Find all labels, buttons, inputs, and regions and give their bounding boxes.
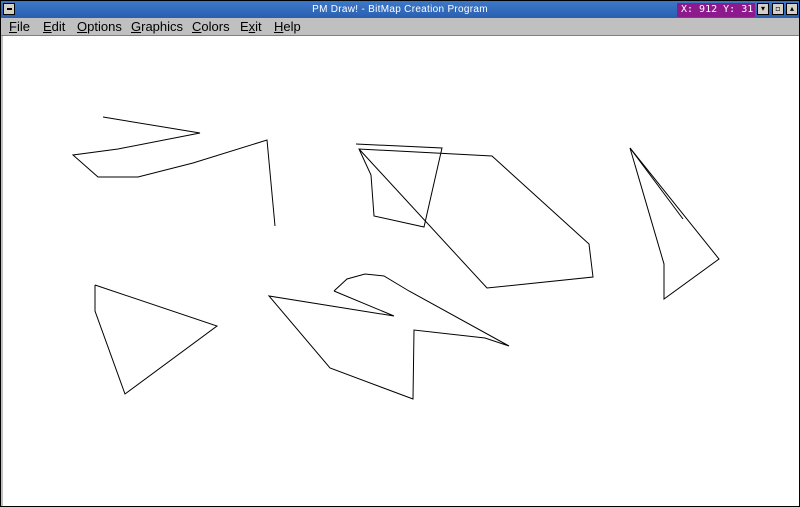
menu-file-mnemonic: F (9, 19, 17, 34)
drawn-shape-5 (94, 284, 219, 395)
drawn-shape-6 (267, 273, 510, 400)
restore-button[interactable]: ▫ (772, 3, 784, 15)
menu-options-mnemonic: O (77, 19, 88, 34)
drawing-surface[interactable] (3, 36, 799, 506)
drawn-shape-1 (71, 116, 276, 227)
maximize-button[interactable]: ▴ (786, 3, 798, 15)
menu-options[interactable]: Options (77, 18, 122, 35)
menu-exit-prefix: E (240, 19, 249, 34)
menu-exit[interactable]: Exit (240, 18, 262, 35)
title-bar[interactable]: PM Draw! - BitMap Creation Program X: 91… (1, 1, 799, 18)
menu-help-label: elp (283, 19, 301, 34)
menu-edit-label: dit (51, 19, 66, 34)
menu-file-label: ile (16, 19, 30, 34)
menu-colors-mnemonic: C (192, 19, 202, 34)
menu-help[interactable]: Help (274, 18, 301, 35)
menu-bar: File Edit Options Graphics Colors Exit H… (1, 18, 799, 36)
app-window: PM Draw! - BitMap Creation Program X: 91… (0, 0, 800, 507)
menu-graphics-mnemonic: G (131, 19, 142, 34)
menu-graphics[interactable]: Graphics (131, 18, 183, 35)
menu-graphics-label: raphics (141, 19, 184, 34)
menu-colors[interactable]: Colors (192, 18, 230, 35)
menu-file[interactable]: File (9, 18, 30, 35)
drawn-shape-2 (355, 143, 594, 289)
drawn-shape-4 (629, 147, 720, 300)
cursor-coordinates: X: 912 Y: 31 (677, 3, 755, 17)
menu-edit-mnemonic: E (43, 19, 52, 34)
menu-help-mnemonic: H (274, 19, 284, 34)
drawing-canvas[interactable] (3, 36, 799, 506)
minimize-button[interactable]: ▾ (757, 3, 769, 15)
menu-edit[interactable]: Edit (43, 18, 65, 35)
menu-options-label: ptions (87, 19, 122, 34)
menu-exit-label: it (255, 19, 262, 34)
menu-colors-label: olors (201, 19, 230, 34)
